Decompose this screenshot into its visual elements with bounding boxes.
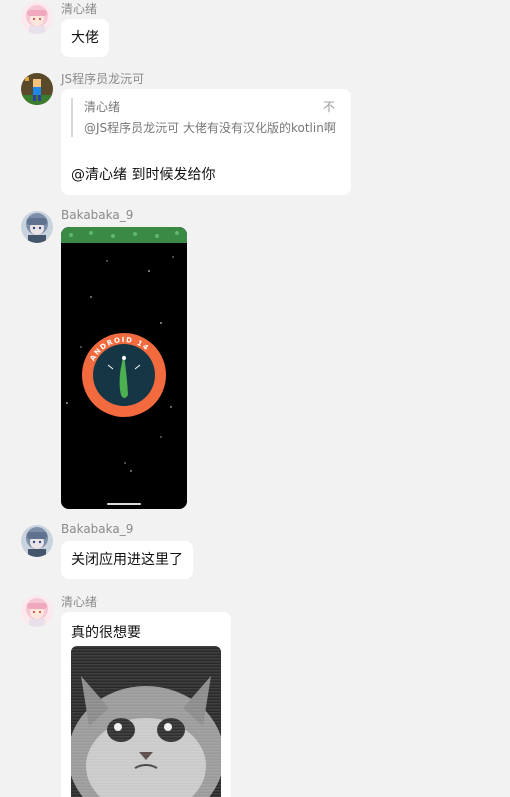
sender-name: 清心绪 (61, 2, 98, 16)
pixel-character-avatar-icon (21, 73, 53, 105)
avatar[interactable] (21, 595, 53, 627)
sender-name: Bakabaka_9 (61, 208, 134, 222)
avatar[interactable] (21, 525, 53, 557)
quote-author: 清心绪 (84, 100, 121, 114)
quote-tag: 不 (322, 100, 335, 114)
cat-meme-image[interactable] (71, 646, 221, 797)
message-text: 真的很想要 (71, 625, 141, 641)
message-bubble[interactable]: 真的很想要 (61, 612, 231, 797)
sender-name: 清心绪 (61, 595, 98, 609)
anime-girl-avatar-icon (21, 2, 53, 34)
avatar[interactable] (21, 211, 53, 243)
reply-text: @清心绪 到时候发给你 (71, 167, 216, 183)
sender-name: JS程序员龙沅可 (61, 72, 145, 86)
android-14-screen-icon: ANDROID 14 (61, 227, 187, 509)
reply-bubble[interactable]: 清心绪 不 @JS程序员龙沅可 大佬有没有汉化版的kotlin啊 @清心绪 到时… (61, 89, 351, 195)
avatar[interactable] (21, 73, 53, 105)
chat-area: 清心绪 大佬 JS程序员龙沅可 清心绪 不 @JS程序员龙沅可 大佬有没有汉化版… (0, 0, 510, 797)
blue-hair-avatar-icon (21, 525, 53, 557)
crying-cat-meme-icon (71, 646, 221, 797)
quote-text: @JS程序员龙沅可 大佬有没有汉化版的kotlin啊 (84, 121, 336, 135)
avatar[interactable] (21, 2, 53, 34)
anime-girl-avatar-icon (21, 595, 53, 627)
screenshot-image[interactable]: ANDROID 14 (61, 227, 187, 509)
quoted-message[interactable]: 清心绪 不 @JS程序员龙沅可 大佬有没有汉化版的kotlin啊 (71, 98, 336, 137)
message-bubble[interactable]: 关闭应用进这里了 (61, 541, 193, 579)
blue-hair-avatar-icon (21, 211, 53, 243)
sender-name: Bakabaka_9 (61, 522, 134, 536)
message-bubble[interactable]: 大佬 (61, 19, 109, 57)
